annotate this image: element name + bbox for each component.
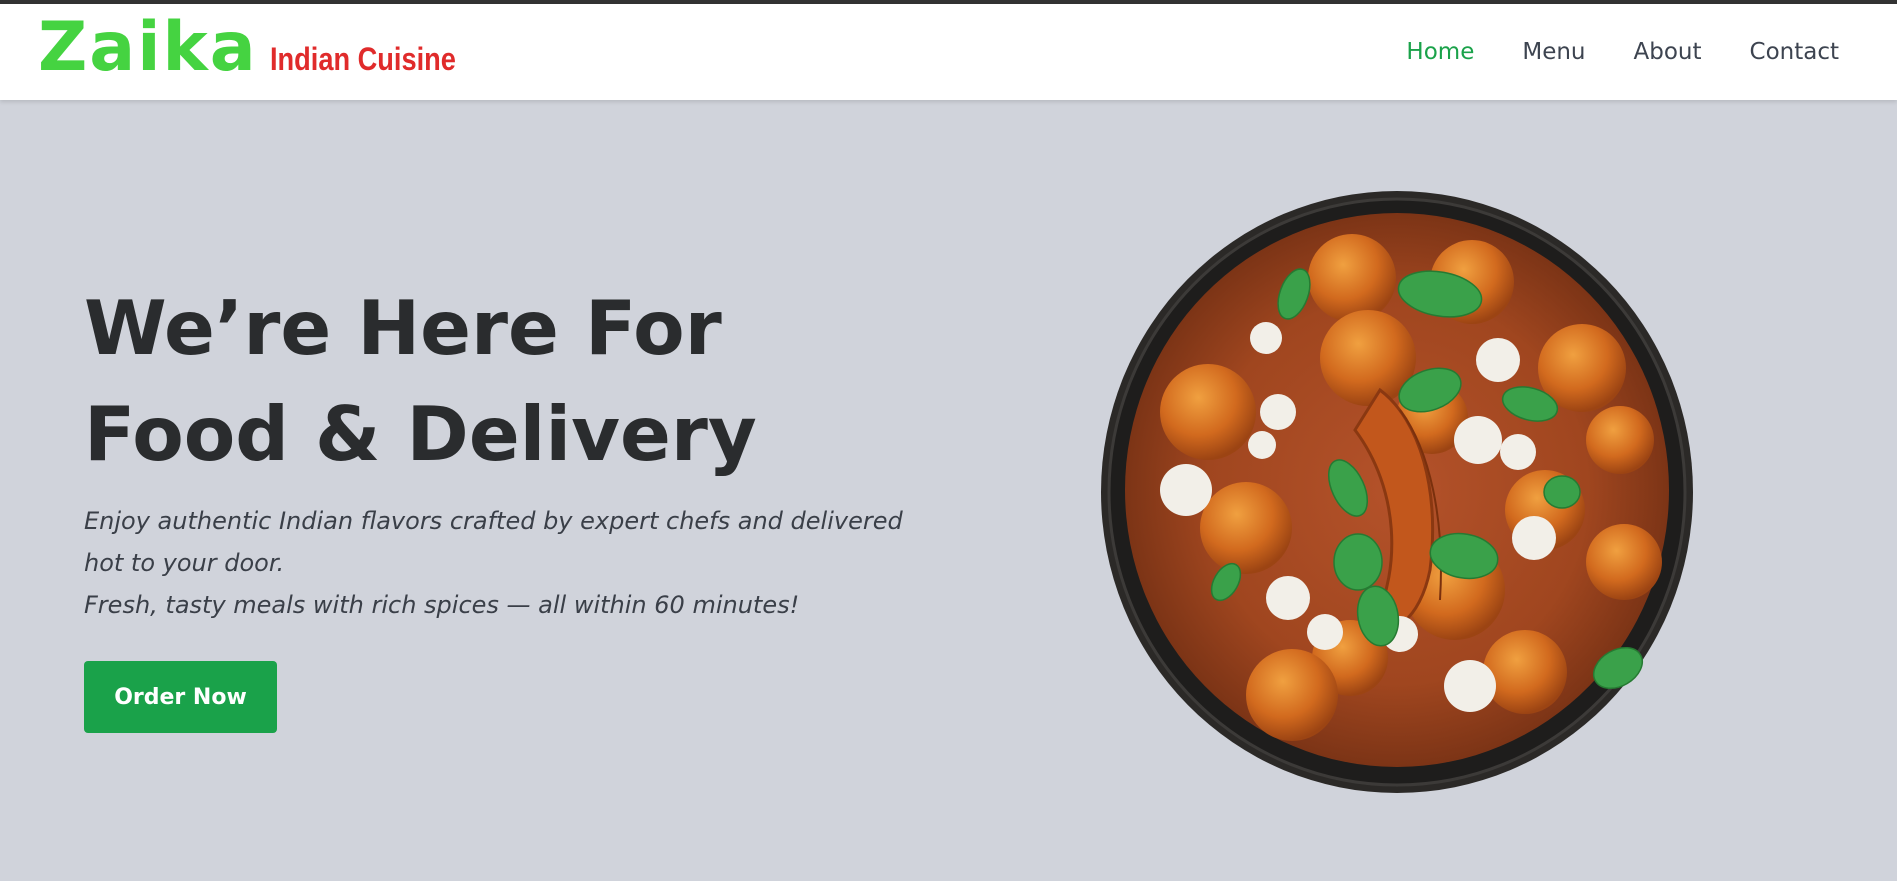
hero-desc-line-1: Enjoy authentic Indian flavors crafted b… <box>84 507 903 577</box>
curry-bowl-image <box>1101 191 1693 793</box>
hero-title-line-2: Food & Delivery <box>84 390 757 478</box>
nav-contact[interactable]: Contact <box>1750 39 1839 65</box>
order-now-button[interactable]: Order Now <box>84 661 277 733</box>
nav-about[interactable]: About <box>1634 39 1702 65</box>
main-nav: Home Menu About Contact <box>1406 4 1839 100</box>
hero-title: We’re Here For Food & Delivery <box>84 275 884 487</box>
site-header: Zaika Indian Cuisine Home Menu About Con… <box>0 4 1897 100</box>
brand-name: Zaika <box>38 8 258 87</box>
hero-title-line-1: We’re Here For <box>84 284 722 372</box>
nav-menu[interactable]: Menu <box>1522 39 1585 65</box>
brand-logo[interactable]: Zaika Indian Cuisine <box>38 14 488 82</box>
nav-home[interactable]: Home <box>1406 39 1474 65</box>
hero-description: Enjoy authentic Indian flavors crafted b… <box>84 500 924 626</box>
hero-desc-line-2: Fresh, tasty meals with rich spices — al… <box>84 591 800 619</box>
brand-tagline: Indian Cuisine <box>269 41 456 77</box>
